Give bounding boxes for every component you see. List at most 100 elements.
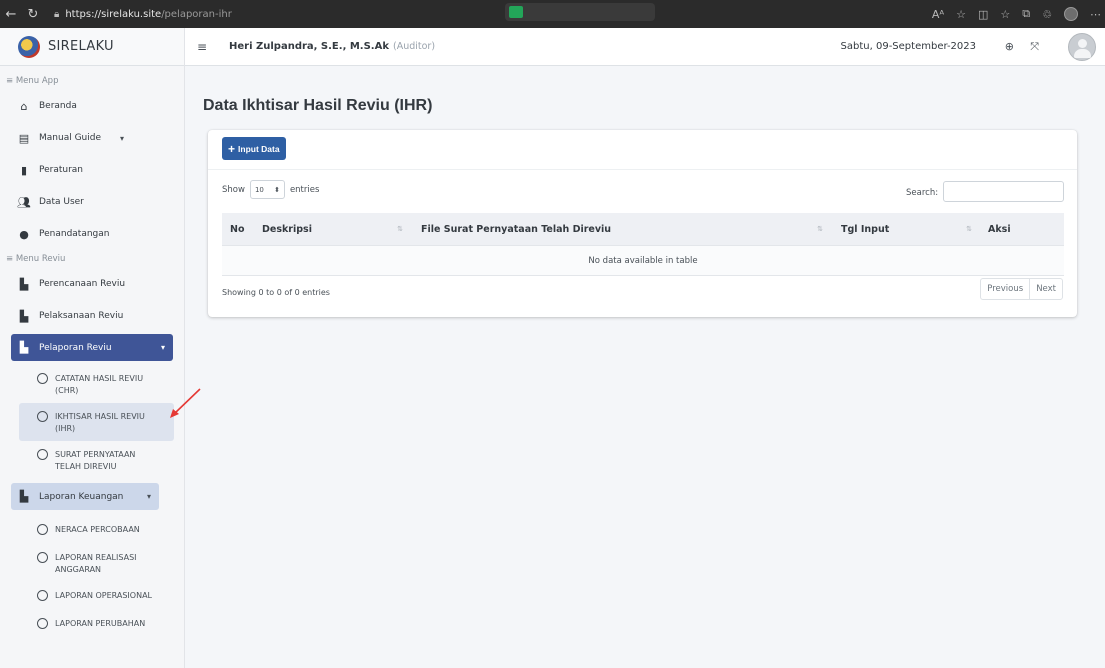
sidebar-item-pelaporan-reviu[interactable]: ▙ Pelaporan Reviu ▾ xyxy=(11,334,173,361)
search-label: Search: xyxy=(906,188,939,198)
sidebar-item-label: Pelaksanaan Reviu xyxy=(39,311,124,321)
next-button[interactable]: Next xyxy=(1029,279,1062,299)
circle-icon xyxy=(37,552,48,563)
circle-icon xyxy=(37,590,48,601)
book-icon: ▤ xyxy=(18,131,30,145)
search-input[interactable] xyxy=(943,181,1064,202)
sidebar-item-data-user[interactable]: 👥︎ Data User xyxy=(0,186,184,218)
entries-select[interactable]: 10 ⬍ xyxy=(249,180,285,199)
home-icon: ⌂ xyxy=(20,99,28,113)
entries-select-value: 10 xyxy=(254,185,264,194)
tab-badge xyxy=(509,6,523,18)
show-label: Show xyxy=(222,184,245,195)
collections-icon[interactable]: ⧉ xyxy=(1022,7,1030,21)
column-label: Tgl Input xyxy=(841,223,890,235)
chevron-down-icon: ▾ xyxy=(119,133,124,143)
profile-icon[interactable] xyxy=(1064,7,1078,21)
sidebar-item-label: Beranda xyxy=(39,101,77,111)
globe-icon[interactable]: ⊕ xyxy=(1005,40,1014,53)
sidebar-sub-chr[interactable]: CATATAN HASIL REVIU (CHR) xyxy=(0,365,184,403)
section-menu-app-label: Menu App xyxy=(15,76,59,86)
file-icon: ▙ xyxy=(19,341,29,354)
read-aloud-icon[interactable]: Aᴬ xyxy=(932,8,944,21)
sidebar-sub-ihr[interactable]: IKHTISAR HASIL REVIU (IHR) xyxy=(19,403,174,441)
sidebar-item-perencanaan-reviu[interactable]: ▙ Perencanaan Reviu xyxy=(0,268,184,300)
refresh-icon[interactable]: ↻ xyxy=(22,7,44,22)
column-label: Aksi xyxy=(988,223,1011,235)
column-deskripsi[interactable]: Deskripsi ⇅ xyxy=(256,213,409,245)
sidebar-item-laporan-keuangan[interactable]: ▙ Laporan Keuangan ▾ xyxy=(11,483,159,510)
sort-icon: ⇅ xyxy=(397,225,403,233)
circle-icon xyxy=(37,618,48,629)
split-screen-icon[interactable]: ◫ xyxy=(978,8,988,21)
sidebar-item-label: Pelaporan Reviu xyxy=(39,342,112,353)
address-bar[interactable]: 🔒︎ https://sirelaku.site/pelaporan-ihr xyxy=(50,4,520,24)
empty-table-row: No data available in table xyxy=(222,245,1064,276)
sort-icon: ⇅ xyxy=(817,225,823,233)
back-icon[interactable]: ← xyxy=(0,7,22,22)
fullscreen-icon[interactable]: ⤧ xyxy=(1030,40,1039,54)
sidebar-sub-lra[interactable]: LAPORAN REALISASI ANGGARAN xyxy=(0,544,184,582)
brand[interactable]: SIRELAKU xyxy=(0,28,184,66)
table-info: Showing 0 to 0 of 0 entries xyxy=(222,288,330,297)
favorites-bar-icon[interactable]: ☆ xyxy=(1000,8,1010,21)
user-name: Heri Zulpandra, S.E., M.S.Ak xyxy=(229,41,389,52)
sidebar-item-pelaksanaan-reviu[interactable]: ▙ Pelaksanaan Reviu xyxy=(0,300,184,332)
sidebar-item-label: Laporan Keuangan xyxy=(39,491,124,502)
sub-item-label: LAPORAN OPERASIONAL xyxy=(55,591,152,600)
sort-updown-icon: ⬍ xyxy=(274,185,280,194)
column-label: File Surat Pernyataan Telah Direviu xyxy=(421,223,612,235)
circle-icon xyxy=(37,411,48,422)
sidebar-item-label: Perencanaan Reviu xyxy=(39,279,126,289)
brand-logo xyxy=(18,35,40,58)
sidebar-item-peraturan[interactable]: ▮ Peraturan xyxy=(0,154,184,186)
sidebar-sub-laporan-perubahan[interactable]: LAPORAN PERUBAHAN xyxy=(0,610,184,638)
more-icon[interactable]: ⋯ xyxy=(1090,8,1101,21)
column-label: No xyxy=(230,223,245,235)
sidebar-item-penandatangan[interactable]: ● Penandatangan xyxy=(0,218,184,250)
sidebar-item-beranda[interactable]: ⌂ Beranda xyxy=(0,90,184,122)
user-icon: ● xyxy=(19,227,29,241)
pagination: Previous Next xyxy=(980,278,1063,300)
sub-item-label: SURAT PERNYATAAN TELAH DIREVIU xyxy=(55,450,136,471)
sub-item-label: LAPORAN REALISASI ANGGARAN xyxy=(55,553,137,574)
file-icon: ▙ xyxy=(19,277,29,291)
sidebar-item-label: Peraturan xyxy=(39,165,84,175)
menu-toggle-icon[interactable]: ≡ xyxy=(197,40,217,54)
file-icon: ▙ xyxy=(19,490,29,503)
sub-item-label: LAPORAN PERUBAHAN xyxy=(55,619,146,628)
sidebar-item-label: Penandatangan xyxy=(39,229,110,239)
lock-icon: 🔒︎ xyxy=(54,8,60,20)
sub-item-label: NERACA PERCOBAAN xyxy=(55,525,140,534)
entries-label: entries xyxy=(289,184,320,195)
sidebar-sub-neraca-percobaan[interactable]: NERACA PERCOBAAN xyxy=(0,516,184,544)
data-card: + Input Data Show 10 ⬍ entries Search: N… xyxy=(208,130,1077,317)
previous-button[interactable]: Previous xyxy=(981,279,1029,299)
sidebar-item-manual-guide[interactable]: ▤ Manual Guide ▾ xyxy=(0,122,184,154)
column-tgl-input[interactable]: Tgl Input ⇅ xyxy=(829,213,978,245)
plus-icon: + xyxy=(228,141,236,156)
browser-actions: Aᴬ ☆ ◫ ☆ ⧉ ♲ ⋯ xyxy=(932,0,1101,28)
data-table: No Deskripsi ⇅ File Surat Pernyataan Tela… xyxy=(222,213,1064,276)
avatar[interactable] xyxy=(1068,33,1096,61)
column-file-surat[interactable]: File Surat Pernyataan Telah Direviu ⇅ xyxy=(409,213,829,245)
sidebar-sub-laporan-operasional[interactable]: LAPORAN OPERASIONAL xyxy=(0,582,184,610)
tab-strip xyxy=(505,3,655,21)
sidebar-item-label: Manual Guide xyxy=(39,133,101,143)
column-no[interactable]: No xyxy=(222,213,256,245)
sidebar-sub-surat-pernyataan[interactable]: SURAT PERNYATAAN TELAH DIREVIU xyxy=(0,441,184,479)
sub-item-label: IKHTISAR HASIL REVIU (IHR) xyxy=(55,412,145,433)
url-path: /pelaporan-ihr xyxy=(161,8,232,20)
column-aksi: Aksi xyxy=(978,213,1064,245)
section-menu-reviu-label: Menu Reviu xyxy=(15,254,66,264)
sidebar-item-label: Data User xyxy=(39,197,84,207)
length-control: Show 10 ⬍ entries xyxy=(222,180,319,199)
page-title: Data Ikhtisar Hasil Reviu (IHR) xyxy=(203,97,433,114)
input-data-button[interactable]: + Input Data xyxy=(222,137,286,160)
brand-name: SIRELAKU xyxy=(48,39,114,54)
extension-icon[interactable]: ♲ xyxy=(1042,8,1052,21)
file-icon: ▙ xyxy=(19,309,29,323)
favorite-icon[interactable]: ☆ xyxy=(956,8,966,21)
sidebar: SIRELAKU ≡ Menu App ⌂ Beranda ▤ Manual G… xyxy=(0,28,185,668)
chevron-down-icon: ▾ xyxy=(160,343,165,352)
